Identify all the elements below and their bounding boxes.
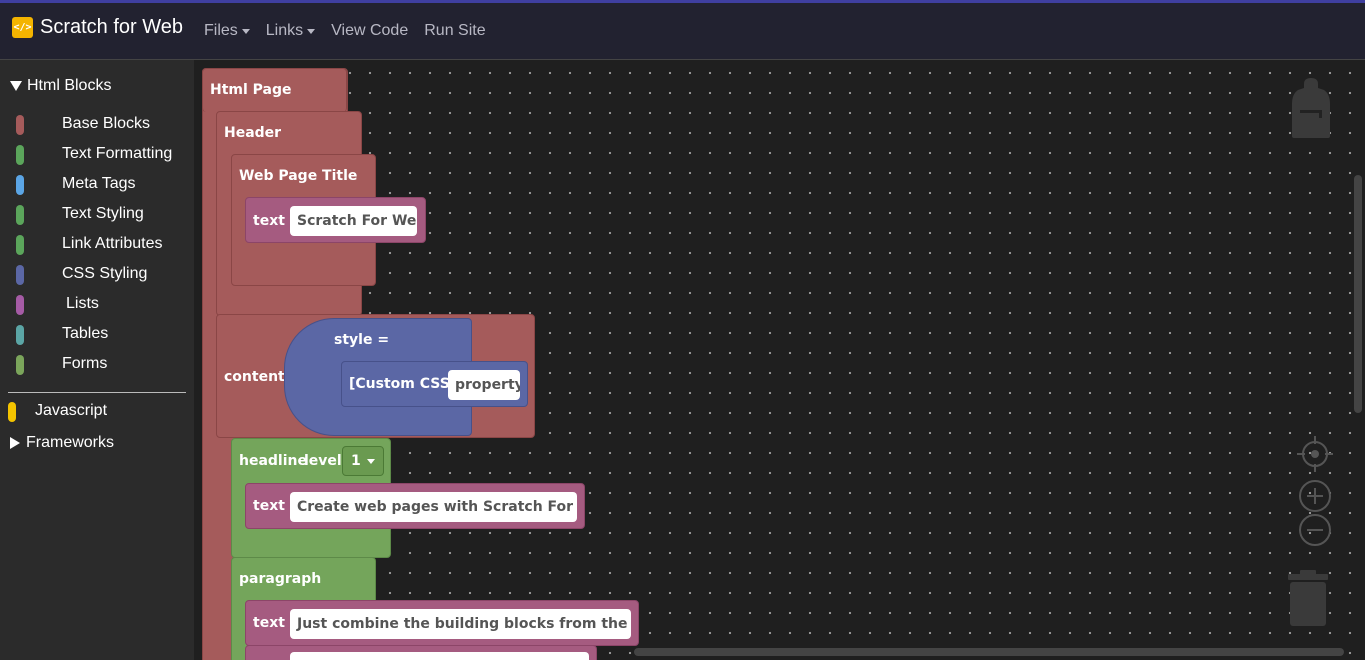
category-label: Text Styling: [62, 205, 144, 222]
category-label: Link Attributes: [62, 235, 163, 252]
view-code-link[interactable]: View Code: [331, 22, 408, 40]
files-menu-label: Files: [204, 22, 238, 39]
css-property-field[interactable]: property: [448, 370, 520, 400]
level-dropdown[interactable]: 1: [342, 446, 384, 476]
run-site-link[interactable]: Run Site: [424, 22, 485, 40]
category-label: Text Formatting: [62, 145, 173, 162]
text-field-partial[interactable]: [290, 652, 589, 660]
frameworks-header[interactable]: Frameworks: [10, 434, 114, 452]
sidebar-divider: [8, 392, 186, 393]
category-color-swatch: [16, 115, 24, 135]
web-page-title-label: Web Page Title: [239, 168, 358, 184]
category-color-swatch: [16, 325, 24, 345]
category-label: Base Blocks: [62, 115, 151, 132]
navbar: </> Scratch for Web Files Links View Cod…: [0, 3, 1365, 60]
html-blocks-header[interactable]: Html Blocks: [10, 77, 111, 95]
html-page-label: Html Page: [210, 82, 292, 98]
header-label: Header: [224, 125, 282, 141]
brand-name: Scratch for Web: [40, 16, 184, 38]
paragraph-text-field[interactable]: Just combine the building blocks from th…: [290, 609, 631, 639]
category-javascript[interactable]: Javascript: [0, 397, 194, 427]
zoom-out-icon[interactable]: [1297, 512, 1333, 548]
level-value: 1: [351, 453, 361, 469]
vertical-scrollbar[interactable]: [1354, 175, 1362, 413]
title-text-field[interactable]: Scratch For Web: [290, 206, 417, 236]
toolbox-sidebar: Html Blocks Base Blocks Text Formatting …: [0, 60, 194, 660]
chevron-down-icon: [366, 458, 375, 464]
category-color-swatch: [16, 145, 24, 165]
triangle-down-icon: [10, 81, 22, 91]
text-label: text: [253, 615, 285, 631]
category-color-swatch: [16, 265, 24, 285]
category-link-attributes[interactable]: Link Attributes: [0, 230, 194, 260]
chevron-down-icon: [307, 28, 316, 34]
category-label: Tables: [62, 325, 109, 342]
category-label: Lists: [66, 295, 99, 312]
html-blocks-label: Html Blocks: [27, 77, 112, 94]
text-label: text: [253, 498, 285, 514]
triangle-right-icon: [10, 437, 20, 449]
category-lists[interactable]: Lists: [0, 290, 194, 320]
backpack-icon[interactable]: [1290, 78, 1332, 140]
category-tables[interactable]: Tables: [0, 320, 194, 350]
blocks-workspace[interactable]: Html Page Header Web Page Title text Scr…: [194, 60, 1365, 660]
style-label: style =: [334, 332, 390, 348]
category-label: Javascript: [35, 402, 108, 419]
files-menu[interactable]: Files: [204, 22, 250, 40]
category-color-swatch: [8, 402, 16, 422]
zoom-in-icon[interactable]: [1297, 478, 1333, 514]
headline-label: headline: [239, 453, 307, 469]
category-color-swatch: [16, 295, 24, 315]
category-meta-tags[interactable]: Meta Tags: [0, 170, 194, 200]
level-label: level: [304, 453, 342, 469]
nav-menu: Files Links View Code Run Site: [204, 22, 502, 40]
custom-css-label: [Custom CSS]: [349, 376, 457, 392]
paragraph-label: paragraph: [239, 571, 322, 587]
text-label: text: [253, 213, 285, 229]
horizontal-scrollbar[interactable]: [634, 648, 1344, 656]
frameworks-label: Frameworks: [26, 434, 115, 451]
brand[interactable]: </> Scratch for Web: [12, 16, 183, 39]
category-base-blocks[interactable]: Base Blocks: [0, 110, 194, 140]
category-label: Meta Tags: [62, 175, 136, 192]
category-list: Base Blocks Text Formatting Meta Tags Te…: [0, 110, 194, 380]
category-text-formatting[interactable]: Text Formatting: [0, 140, 194, 170]
headline-text-field[interactable]: Create web pages with Scratch For Web: [290, 492, 577, 522]
category-forms[interactable]: Forms: [0, 350, 194, 380]
category-label: Forms: [62, 355, 108, 372]
recenter-icon[interactable]: [1297, 436, 1333, 472]
category-label: CSS Styling: [62, 265, 148, 282]
category-color-swatch: [16, 235, 24, 255]
category-color-swatch: [16, 355, 24, 375]
content-label: content: [224, 369, 285, 385]
links-menu-label: Links: [265, 22, 304, 39]
chevron-down-icon: [241, 28, 250, 34]
category-text-styling[interactable]: Text Styling: [0, 200, 194, 230]
brand-logo-icon: </>: [12, 17, 33, 38]
trash-icon[interactable]: [1286, 570, 1330, 628]
links-menu[interactable]: Links: [265, 22, 316, 40]
category-color-swatch: [16, 205, 24, 225]
category-color-swatch: [16, 175, 24, 195]
category-css-styling[interactable]: CSS Styling: [0, 260, 194, 290]
